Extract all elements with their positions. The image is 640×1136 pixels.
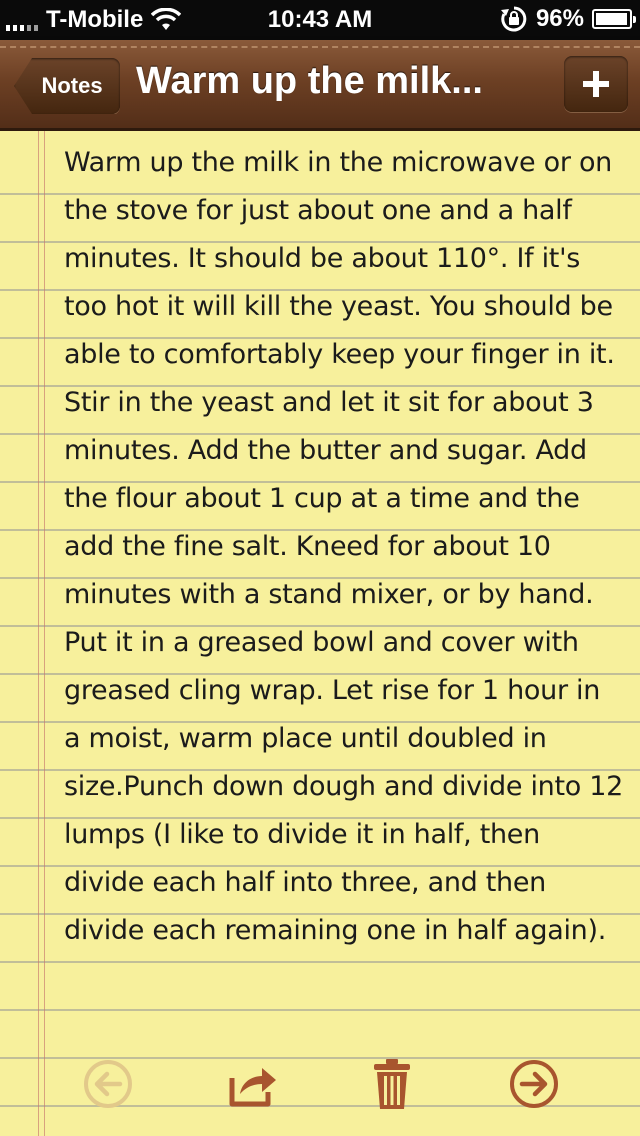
next-note-button[interactable] <box>502 1052 566 1116</box>
previous-note-icon <box>84 1060 132 1108</box>
status-right: 96% <box>500 5 636 33</box>
bottom-toolbar <box>0 1040 640 1130</box>
battery-percent: 96% <box>535 5 584 32</box>
battery-fill <box>596 13 627 25</box>
next-note-icon <box>510 1060 558 1108</box>
delete-button[interactable] <box>360 1052 424 1116</box>
rotation-lock-icon <box>500 6 527 32</box>
trash-icon <box>374 1059 410 1109</box>
share-icon <box>229 1068 276 1107</box>
note-paper: Warm up the milk in the microwave or on … <box>0 131 640 1136</box>
nav-bar: Notes Warm up the milk... <box>0 40 640 131</box>
status-bar: T-Mobile 10:43 AM 96% <box>0 0 640 40</box>
notes-back-button[interactable]: Notes <box>14 58 120 114</box>
add-note-button[interactable] <box>564 56 628 112</box>
plus-icon <box>583 71 609 97</box>
share-button[interactable] <box>220 1052 284 1116</box>
page-title: Warm up the milk... <box>136 60 483 102</box>
note-body[interactable]: Warm up the milk in the microwave or on … <box>64 139 624 1044</box>
margin-line <box>38 131 45 1136</box>
previous-note-button[interactable] <box>76 1052 140 1116</box>
battery-icon <box>592 9 636 29</box>
